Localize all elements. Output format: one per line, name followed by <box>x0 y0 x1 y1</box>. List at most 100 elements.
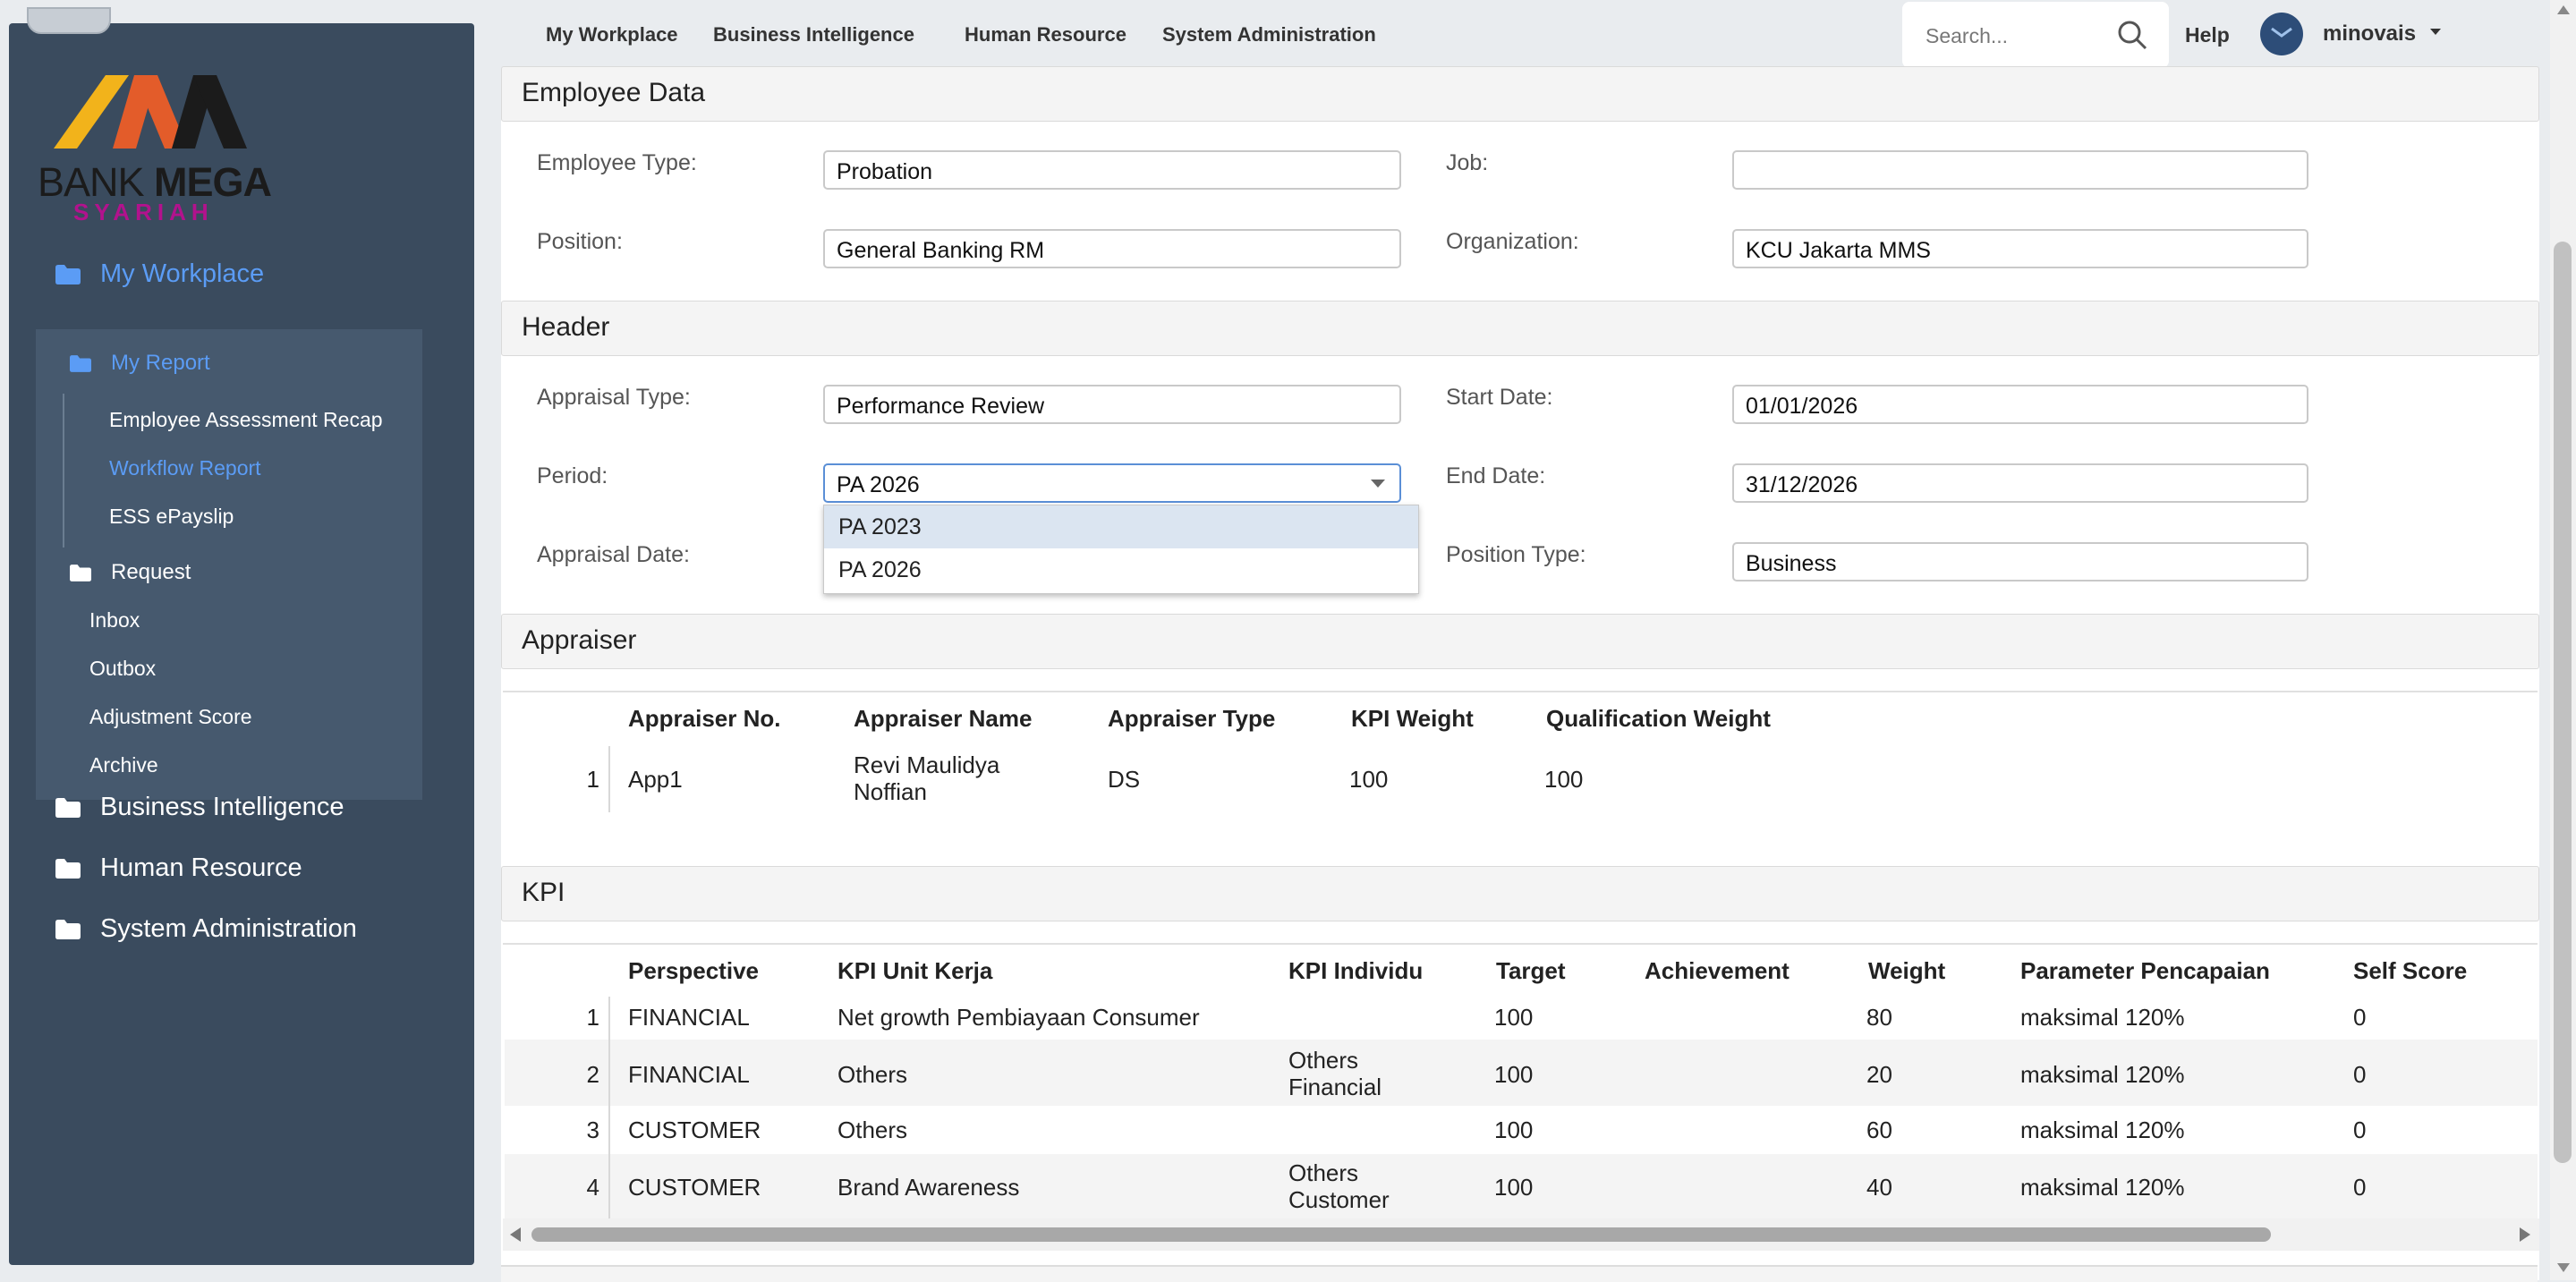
cell-kpi-individu: Others Financial <box>1288 1047 1382 1100</box>
vertical-scroll-thumb[interactable] <box>2554 242 2572 1163</box>
sidebar-item-label: My Workplace <box>100 259 265 288</box>
cell-kpi-unit-kerja: Others <box>837 1116 908 1143</box>
cell-self-score: 0 <box>2353 1061 2367 1088</box>
sidebar-item-system-administration[interactable]: System Administration <box>55 914 357 944</box>
topnav-system-administration[interactable]: System Administration <box>1162 23 1376 47</box>
job-field[interactable] <box>1732 150 2308 190</box>
organization-field[interactable]: KCU Jakarta MMS <box>1732 229 2308 268</box>
sidebar-item-ess-epayslip[interactable]: ESS ePayslip <box>109 505 234 529</box>
sidebar-item-my-workplace[interactable]: My Workplace <box>55 259 264 289</box>
topnav-human-resource[interactable]: Human Resource <box>965 23 1126 47</box>
logo-subtitle: SYARIAH <box>73 199 214 225</box>
folder-icon <box>70 354 91 372</box>
column-header[interactable]: KPI Weight <box>1351 705 1474 733</box>
tree-line <box>63 394 64 548</box>
sidebar-item-request[interactable]: Request <box>70 560 191 585</box>
end-date-field[interactable]: 31/12/2026 <box>1732 463 2308 503</box>
column-header[interactable]: Parameter Pencapaian <box>2020 957 2270 985</box>
column-header[interactable]: Appraiser Type <box>1108 705 1275 733</box>
scroll-up-icon[interactable] <box>2557 5 2570 14</box>
section-title: Appraiser <box>522 625 637 655</box>
search-icon[interactable] <box>2117 20 2147 50</box>
column-header[interactable]: Perspective <box>628 957 759 985</box>
cell-parameter: maksimal 120% <box>2020 1061 2185 1088</box>
employee-type-label: Employee Type: <box>537 150 697 175</box>
chevron-down-icon[interactable] <box>2430 29 2441 35</box>
cell-kpi-individu: Others Customer <box>1288 1159 1390 1213</box>
help-link[interactable]: Help <box>2185 23 2230 47</box>
horizontal-scroll-thumb[interactable] <box>531 1227 2271 1242</box>
column-header[interactable]: Appraiser Name <box>854 705 1032 733</box>
cell-weight: 20 <box>1866 1061 1892 1088</box>
period-option[interactable]: PA 2026 <box>824 548 1418 591</box>
cell-kpi-unit-kerja: Brand Awareness <box>837 1174 1020 1201</box>
cell-appraiser-no: App1 <box>628 766 683 793</box>
column-header[interactable]: KPI Individu <box>1288 957 1423 985</box>
employee-type-field[interactable]: Probation <box>823 150 1401 190</box>
avatar[interactable] <box>2260 13 2303 55</box>
row-number: 1 <box>586 766 599 793</box>
cell-weight: 40 <box>1866 1174 1892 1201</box>
scroll-down-icon[interactable] <box>2557 1263 2570 1272</box>
cell-weight: 60 <box>1866 1116 1892 1143</box>
cell-parameter: maksimal 120% <box>2020 1004 2185 1031</box>
my-workplace-submenu: My Report Employee Assessment Recap Work… <box>36 329 422 800</box>
position-type-field[interactable]: Business <box>1732 542 2308 582</box>
cell-qualification-weight: 100 <box>1544 766 1584 793</box>
section-kpi: KPI <box>501 866 2539 921</box>
next-section-edge <box>501 1265 2538 1282</box>
row-number: 4 <box>586 1174 599 1201</box>
cell-kpi-weight: 100 <box>1349 766 1389 793</box>
sidebar-item-human-resource[interactable]: Human Resource <box>55 853 302 883</box>
user-menu[interactable]: minovais <box>2323 21 2416 47</box>
sidebar: BANK MEGA SYARIAH My Workplace My Report… <box>9 7 474 1265</box>
start-date-label: Start Date: <box>1446 385 1553 410</box>
sidebar-item-inbox[interactable]: Inbox <box>89 608 140 633</box>
sidebar-item-workflow-report[interactable]: Workflow Report <box>109 456 261 480</box>
cell-kpi-unit-kerja: Net growth Pembiayaan Consumer <box>837 1004 1200 1031</box>
sidebar-item-archive[interactable]: Archive <box>89 753 158 777</box>
scroll-right-icon[interactable] <box>2520 1227 2530 1242</box>
column-header[interactable]: Appraiser No. <box>628 705 781 733</box>
section-employee-data: Employee Data <box>501 66 2539 122</box>
sidebar-item-business-intelligence[interactable]: Business Intelligence <box>55 793 344 822</box>
sidebar-item-outbox[interactable]: Outbox <box>89 657 156 681</box>
table-divider <box>503 691 2538 692</box>
position-field[interactable]: General Banking RM <box>823 229 1401 268</box>
cell-perspective: CUSTOMER <box>628 1174 761 1201</box>
section-title: Header <box>522 312 610 342</box>
search-input[interactable] <box>1924 21 2106 50</box>
cell-perspective: FINANCIAL <box>628 1061 750 1088</box>
cell-parameter: maksimal 120% <box>2020 1116 2185 1143</box>
cell-kpi-unit-kerja: Others <box>837 1061 908 1088</box>
folder-icon <box>55 919 81 939</box>
topnav-my-workplace[interactable]: My Workplace <box>546 23 678 47</box>
column-header[interactable]: Qualification Weight <box>1546 705 1771 733</box>
cell-weight: 80 <box>1866 1004 1892 1031</box>
column-header[interactable]: Weight <box>1868 957 1945 985</box>
chevron-down-icon[interactable] <box>1371 480 1385 488</box>
sidebar-toggle[interactable] <box>27 7 111 34</box>
period-option[interactable]: PA 2023 <box>824 505 1418 548</box>
start-date-field[interactable]: 01/01/2026 <box>1732 385 2308 424</box>
position-label: Position: <box>537 229 623 254</box>
section-title: Employee Data <box>522 78 706 107</box>
topnav-business-intelligence[interactable]: Business Intelligence <box>713 23 914 47</box>
end-date-label: End Date: <box>1446 463 1546 488</box>
column-header[interactable]: KPI Unit Kerja <box>837 957 992 985</box>
search-box <box>1902 2 2169 68</box>
sidebar-item-adjustment-score[interactable]: Adjustment Score <box>89 705 252 729</box>
organization-label: Organization: <box>1446 229 1579 254</box>
column-header[interactable]: Achievement <box>1645 957 1790 985</box>
sidebar-item-employee-assessment-recap[interactable]: Employee Assessment Recap <box>109 408 383 432</box>
cell-self-score: 0 <box>2353 1174 2367 1201</box>
folder-icon <box>70 564 91 582</box>
column-header[interactable]: Target <box>1496 957 1566 985</box>
scroll-left-icon[interactable] <box>510 1227 521 1242</box>
sidebar-item-my-report[interactable]: My Report <box>70 351 210 376</box>
period-select[interactable]: PA 2026 <box>823 463 1401 503</box>
cell-perspective: FINANCIAL <box>628 1004 750 1031</box>
column-header[interactable]: Self Score <box>2353 957 2467 985</box>
appraisal-type-field[interactable]: Performance Review <box>823 385 1401 424</box>
sidebar-item-label: Request <box>111 560 191 584</box>
